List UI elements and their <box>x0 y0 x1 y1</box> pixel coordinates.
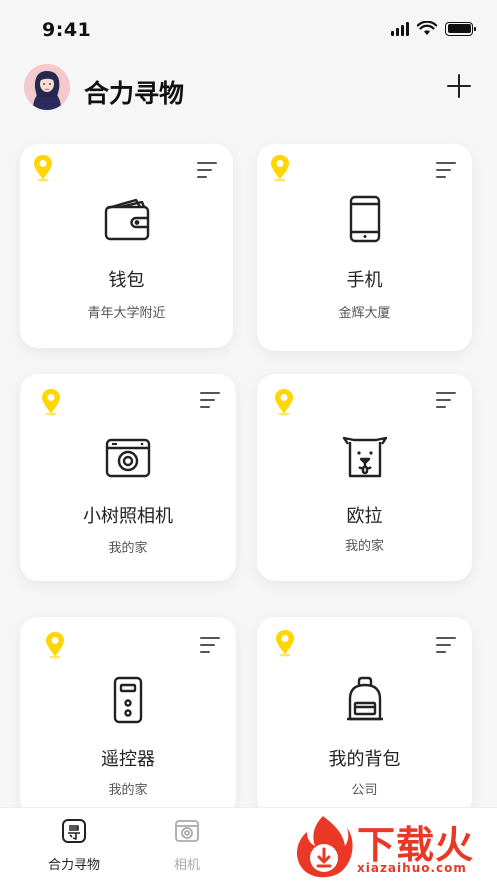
add-button[interactable] <box>447 74 471 98</box>
location-pin-icon <box>276 630 294 657</box>
item-location: 我的家 <box>344 539 384 554</box>
item-menu-icon[interactable] <box>436 637 456 653</box>
location-pin-icon <box>275 389 293 416</box>
item-card-phone[interactable]: 手机 金辉大厦 <box>257 144 472 351</box>
tab-find-items[interactable]: 合力寻物 <box>24 818 124 873</box>
item-name: 遥控器 <box>101 749 155 770</box>
page-title: 合力寻物 <box>84 79 185 108</box>
item-name: 钱包 <box>108 270 145 291</box>
item-name: 我的背包 <box>328 749 401 770</box>
camera-icon <box>105 438 151 478</box>
item-location: 金辉大厦 <box>338 306 391 321</box>
status-icons <box>391 21 476 36</box>
remote-icon <box>113 676 143 724</box>
wallet-icon <box>104 198 149 241</box>
phone-icon <box>349 195 380 243</box>
item-name: 手机 <box>346 270 383 291</box>
status-time: 9:41 <box>42 19 92 41</box>
avatar[interactable] <box>24 64 70 110</box>
dog-icon <box>342 436 387 478</box>
item-name: 欧拉 <box>346 506 383 527</box>
item-menu-icon[interactable] <box>197 162 217 178</box>
watermark: 下载火 xiazaihuo.com <box>293 812 493 882</box>
wifi-icon <box>417 21 437 35</box>
tab-camera[interactable]: 相机 <box>137 818 237 873</box>
tab-label: 合力寻物 <box>47 858 100 873</box>
item-card-wallet[interactable]: 钱包 青年大学附近 <box>20 144 233 348</box>
location-pin-icon <box>34 155 52 182</box>
find-items-tab-icon <box>62 819 86 843</box>
item-card-camera[interactable]: 小树照相机 我的家 <box>20 374 236 581</box>
location-pin-icon <box>42 389 60 416</box>
tab-label: 相机 <box>173 858 200 873</box>
battery-icon <box>445 21 476 36</box>
item-menu-icon[interactable] <box>436 392 456 408</box>
item-card-remote[interactable]: 遥控器 我的家 <box>20 617 236 817</box>
item-location: 我的家 <box>108 541 148 556</box>
camera-tab-icon <box>175 820 199 842</box>
backpack-icon <box>346 676 383 721</box>
status-bar: 9:41 <box>0 0 497 56</box>
item-menu-icon[interactable] <box>200 392 220 408</box>
location-pin-icon <box>271 155 289 182</box>
watermark-url: xiazaihuo.com <box>357 861 467 875</box>
header: 合力寻物 <box>0 60 497 116</box>
cellular-signal-icon <box>391 21 409 36</box>
avatar-illustration <box>24 64 70 110</box>
item-menu-icon[interactable] <box>436 162 456 178</box>
item-name: 小树照相机 <box>83 506 173 527</box>
item-card-backpack[interactable]: 我的背包 公司 <box>257 617 472 817</box>
item-location: 我的家 <box>108 783 148 798</box>
item-location: 青年大学附近 <box>87 306 166 321</box>
flame-logo-icon <box>296 816 353 878</box>
item-location: 公司 <box>351 783 378 798</box>
item-card-dog[interactable]: 欧拉 我的家 <box>257 374 472 581</box>
item-menu-icon[interactable] <box>200 637 220 653</box>
location-pin-icon <box>46 632 64 659</box>
